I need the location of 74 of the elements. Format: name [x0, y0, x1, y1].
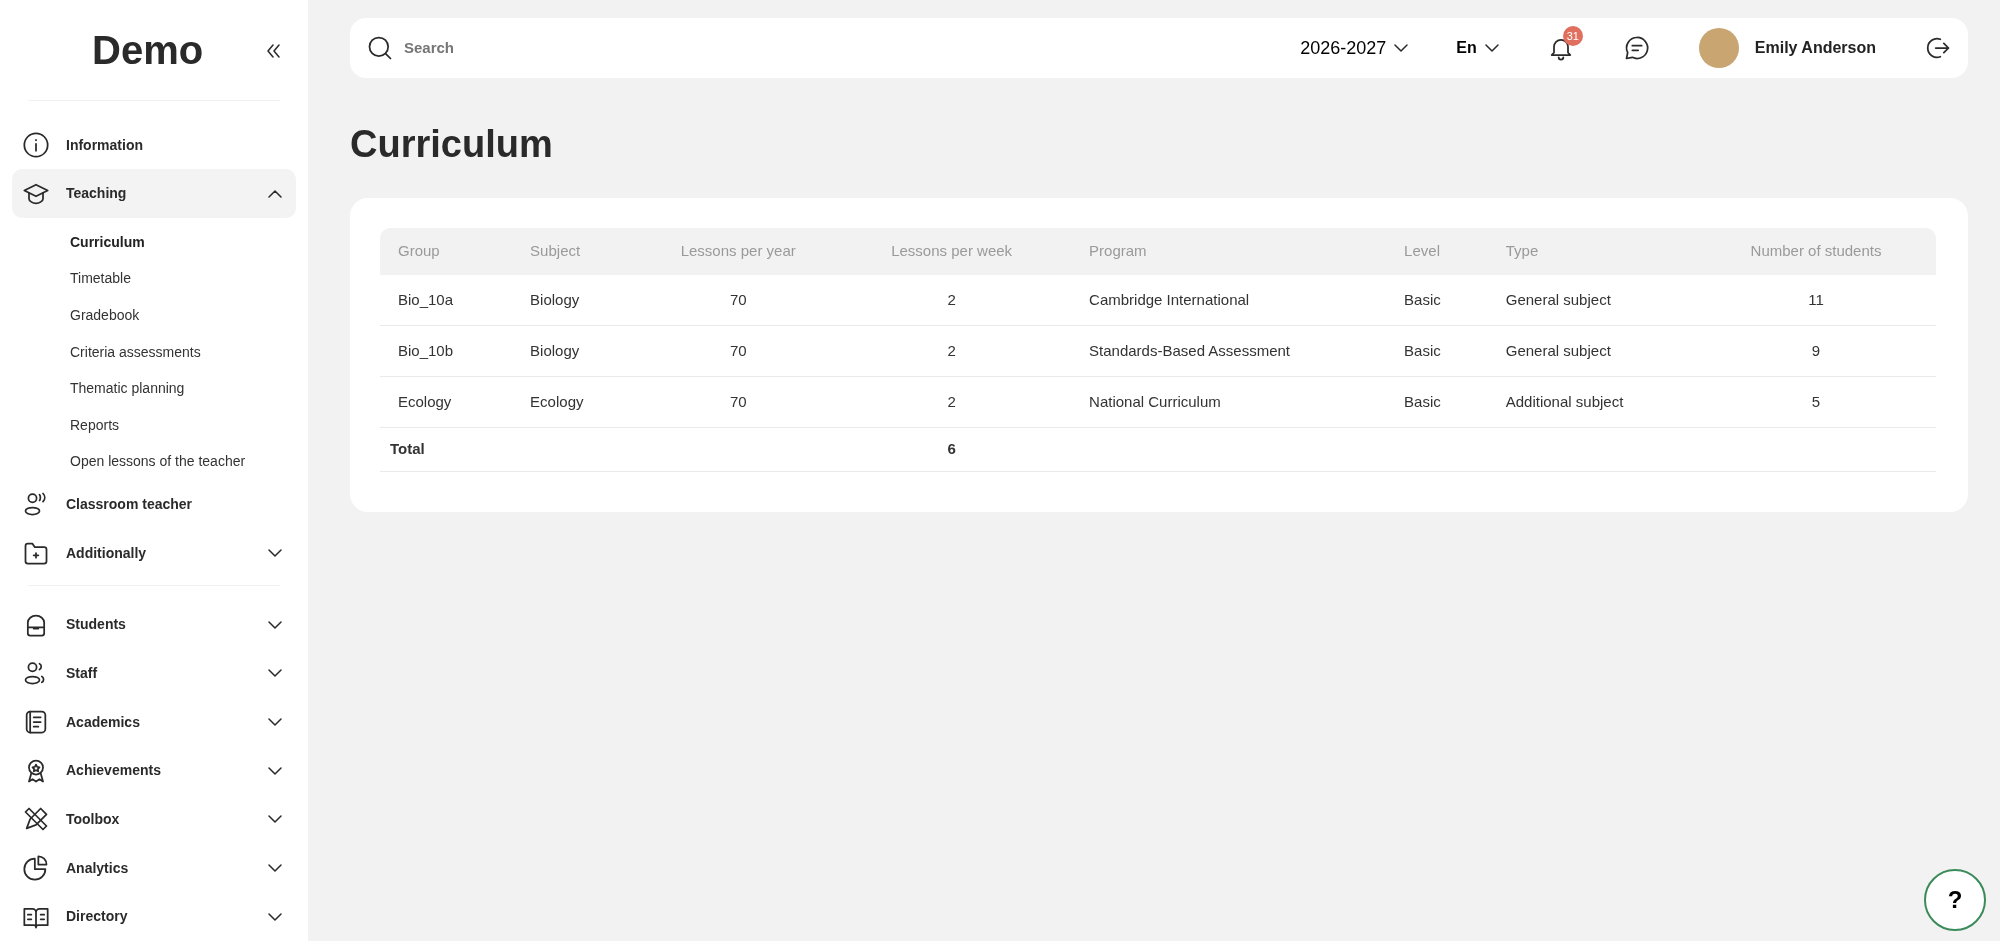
- table-cell: 2: [832, 376, 1072, 428]
- table-cell: 5: [1696, 376, 1936, 428]
- table-cell: 2: [832, 274, 1072, 326]
- table-cell: Bio_10a: [380, 274, 513, 326]
- submenu-item[interactable]: Thematic planning: [70, 370, 185, 407]
- language-dropdown[interactable]: En: [1456, 36, 1499, 60]
- column-header: Level: [1386, 227, 1488, 275]
- chevron-down-icon: [268, 912, 282, 921]
- pie-chart-icon: [22, 854, 50, 883]
- column-header: Type: [1487, 227, 1697, 275]
- sidebar-item[interactable]: Directory: [12, 892, 296, 941]
- total-label: Total: [380, 427, 513, 472]
- submenu-item[interactable]: Curriculum: [70, 224, 145, 261]
- avatar: [1698, 28, 1739, 68]
- table-cell: 11: [1696, 274, 1936, 326]
- table-cell: 9: [1696, 325, 1936, 377]
- table-cell: Biology: [512, 274, 645, 326]
- chevron-up-icon: [268, 189, 282, 198]
- chevron-down-icon: [1394, 44, 1409, 52]
- table-cell: Ecology: [512, 376, 645, 428]
- sidebar-item[interactable]: Achievements: [12, 746, 296, 796]
- column-header: Lessons per year: [644, 227, 833, 275]
- sidebar-item[interactable]: Staff: [12, 649, 296, 698]
- table-cell: Basic: [1386, 274, 1488, 326]
- column-header: Group: [380, 227, 513, 275]
- submenu-item[interactable]: Reports: [70, 406, 120, 444]
- chevron-down-icon: [1484, 44, 1499, 52]
- chevron-down-icon: [268, 815, 282, 824]
- logo-text: Demo: [91, 27, 204, 75]
- column-header: Program: [1071, 227, 1387, 275]
- column-header: Number of students: [1696, 227, 1936, 275]
- chevron-down-icon: [268, 864, 282, 873]
- table-cell: Basic: [1386, 325, 1488, 377]
- total-value: 6: [832, 427, 1072, 472]
- notification-count: 31: [1562, 26, 1583, 46]
- table-cell: Cambridge International: [1071, 274, 1387, 326]
- chevron-down-icon: [268, 669, 282, 678]
- table-cell: Basic: [1386, 376, 1488, 428]
- chevron-down-icon: [268, 766, 282, 775]
- year-dropdown[interactable]: 2026-2027: [1300, 34, 1409, 62]
- column-header: Lessons per week: [832, 227, 1072, 275]
- chevron-down-icon: [268, 620, 282, 629]
- table-cell: 70: [644, 376, 833, 428]
- info-icon: [22, 131, 50, 159]
- chevron-down-icon: [268, 549, 282, 558]
- submenu-item[interactable]: Criteria assessments: [70, 333, 201, 371]
- table-cell: Biology: [512, 325, 645, 377]
- help-button[interactable]: ?: [1924, 869, 1986, 931]
- table-cell: 70: [644, 274, 833, 326]
- sidebar-item[interactable]: Teaching: [12, 169, 296, 218]
- sidebar-item[interactable]: Additionally: [12, 528, 296, 578]
- page-title: Curriculum: [350, 122, 554, 167]
- table-cell: General subject: [1487, 325, 1697, 377]
- table-cell: Additional subject: [1487, 376, 1697, 428]
- sidebar-item[interactable]: Classroom teacher: [12, 480, 296, 529]
- table-cell: 2: [832, 325, 1072, 377]
- sidebar-item[interactable]: Information: [12, 120, 296, 170]
- submenu-item[interactable]: Gradebook: [70, 297, 140, 334]
- table-cell: 70: [644, 325, 833, 377]
- submenu-item[interactable]: Open lessons of the teacher: [70, 443, 246, 481]
- submenu-item[interactable]: Timetable: [70, 260, 131, 298]
- table-cell: General subject: [1487, 274, 1697, 326]
- search-icon: [366, 34, 394, 62]
- table-cell: Standards-Based Assessment: [1071, 325, 1387, 377]
- table-cell: Bio_10b: [380, 325, 513, 377]
- chevron-down-icon: [268, 718, 282, 727]
- table-cell: Ecology: [380, 376, 513, 428]
- sidebar-item[interactable]: Academics: [12, 697, 296, 747]
- user-name: Emily Anderson: [1754, 38, 1876, 58]
- column-header: Subject: [512, 227, 645, 275]
- table-cell: National Curriculum: [1071, 376, 1387, 428]
- sidebar-item[interactable]: Analytics: [12, 843, 296, 893]
- sidebar-item[interactable]: Students: [12, 600, 296, 650]
- sidebar-item[interactable]: Toolbox: [12, 795, 296, 844]
